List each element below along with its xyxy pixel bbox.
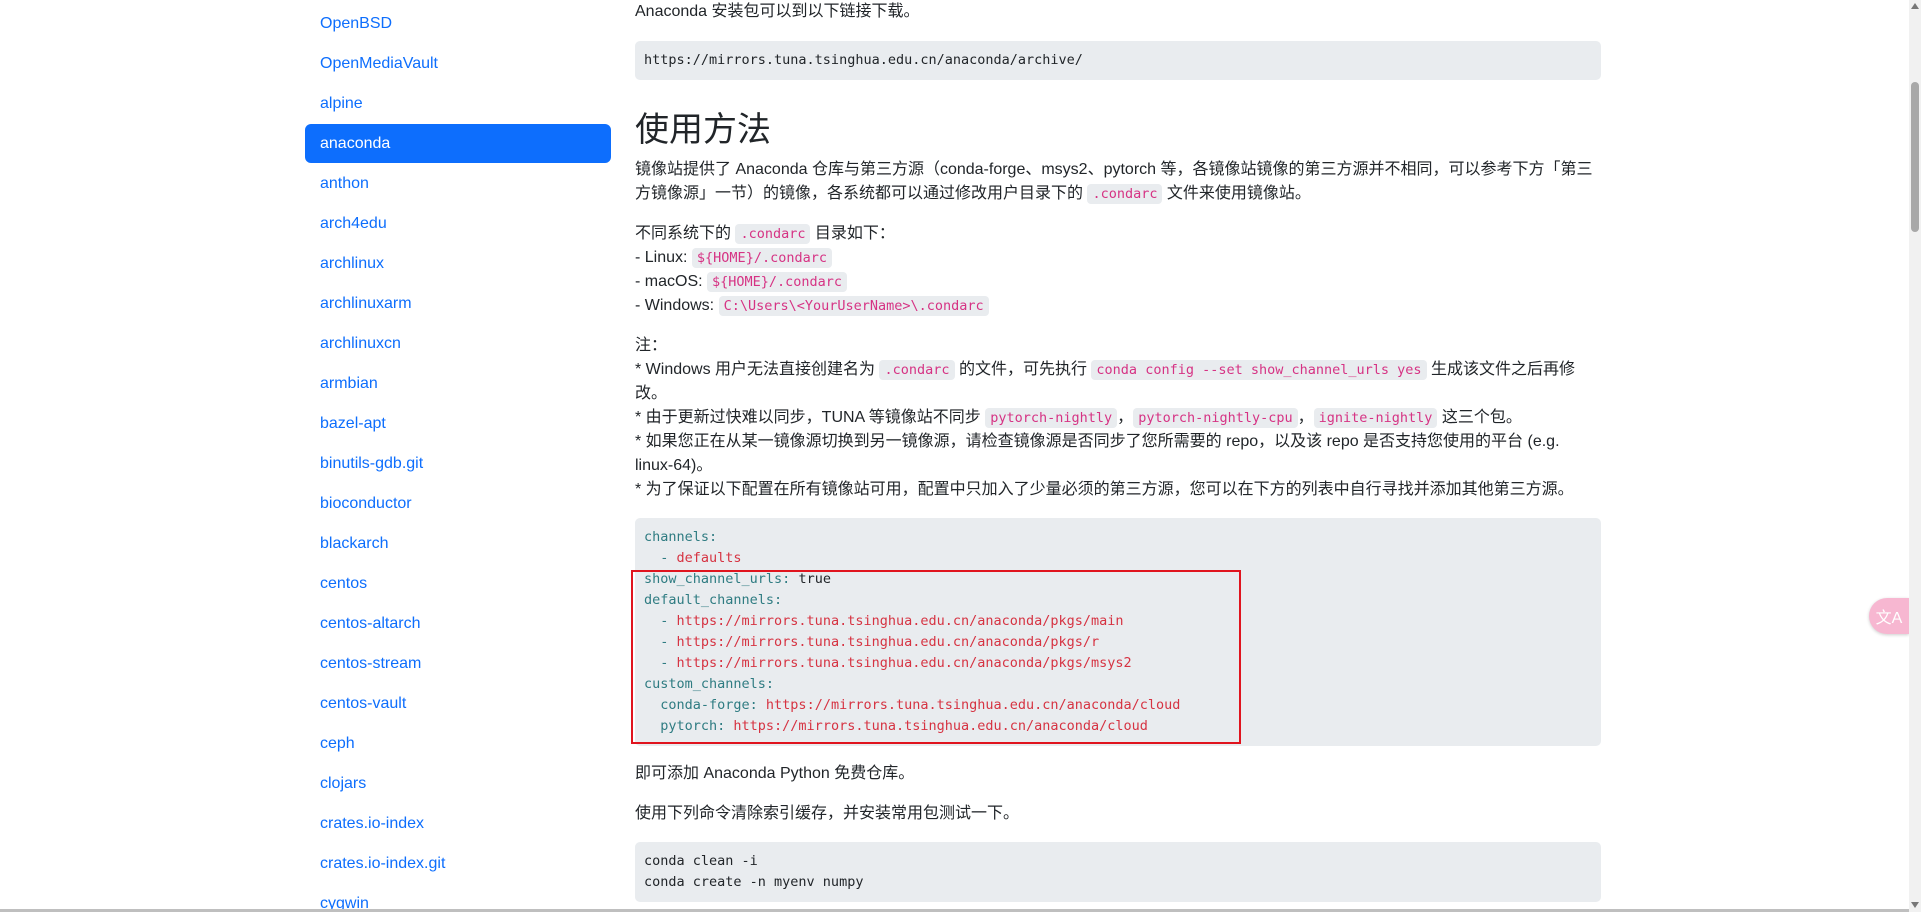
note2-code2: pytorch-nightly-cpu (1133, 408, 1298, 428)
config-key: - (644, 655, 677, 671)
sidebar-item-archlinux[interactable]: archlinux (305, 244, 611, 283)
sidebar-item-arch4edu[interactable]: arch4edu (305, 204, 611, 243)
sidebar-item-binutils-gdb-git[interactable]: binutils-gdb.git (305, 444, 611, 483)
main-content: Anaconda 安装包可以到以下链接下载。 https://mirrors.t… (635, 0, 1601, 912)
windows-label: - Windows: (635, 297, 719, 314)
note3: * 如果您正在从某一镜像源切换到另一镜像源，请检查镜像源是否同步了您所需要的 r… (635, 433, 1560, 474)
scroll-thumb[interactable] (1911, 82, 1919, 232)
config-line: show_channel_urls: true (644, 569, 1592, 590)
notes: 注： * Windows 用户无法直接创建名为 .condarc 的文件，可先执… (635, 334, 1601, 502)
sidebar-item-crates-io-index-git[interactable]: crates.io-index.git (305, 844, 611, 883)
condarc-locations: 不同系统下的 .condarc 目录如下： - Linux: ${HOME}/.… (635, 222, 1601, 318)
translate-button[interactable]: 文A (1869, 598, 1909, 634)
config-key: - (644, 550, 677, 566)
config-line: - https://mirrors.tuna.tsinghua.edu.cn/a… (644, 611, 1592, 632)
dirs-code: .condarc (735, 224, 811, 244)
note2-a: * 由于更新过快难以同步，TUNA 等镜像站不同步 (635, 409, 986, 426)
linux-label: - Linux: (635, 249, 692, 266)
sidebar-item-bioconductor[interactable]: bioconductor (305, 484, 611, 523)
sidebar-item-centos-altarch[interactable]: centos-altarch (305, 604, 611, 643)
sidebar-item-openmediavault[interactable]: OpenMediaVault (305, 44, 611, 83)
note2-sep-1: ， (1117, 409, 1134, 426)
note1-code2: conda config --set show_channel_urls yes (1091, 360, 1427, 380)
condarc-code: .condarc (1087, 184, 1163, 204)
note2-code1: pytorch-nightly (985, 408, 1118, 428)
sidebar-item-openbsd[interactable]: OpenBSD (305, 4, 611, 43)
translate-icon: 文A (1875, 610, 1903, 627)
sidebar-item-bazel-apt[interactable]: bazel-apt (305, 404, 611, 443)
config-line: pytorch: https://mirrors.tuna.tsinghua.e… (644, 716, 1592, 737)
config-line: default_channels: (644, 590, 1592, 611)
config-value: true (790, 571, 831, 587)
sidebar-item-anthon[interactable]: anthon (305, 164, 611, 203)
usage-heading: 使用方法 (635, 111, 771, 149)
config-key: default_channels: (644, 592, 783, 608)
sidebar-nav: OpenBSD OpenMediaVault alpine anaconda antho… (305, 2, 611, 916)
note2-sep-2: ， (1297, 409, 1314, 426)
config-value: https://mirrors.tuna.tsinghua.edu.cn/ana… (725, 718, 1148, 734)
note1-b: 的文件，可先执行 (954, 361, 1092, 378)
config-line: - https://mirrors.tuna.tsinghua.edu.cn/a… (644, 653, 1592, 674)
sidebar-item-anaconda[interactable]: anaconda (305, 124, 611, 163)
usage-paragraph: 镜像站提供了 Anaconda 仓库与第三方源（conda-forge、msys… (635, 158, 1601, 206)
config-line: conda-forge: https://mirrors.tuna.tsingh… (644, 695, 1592, 716)
config-line: custom_channels: (644, 674, 1592, 695)
after-config-text: 即可添加 Anaconda Python 免费仓库。 (635, 765, 915, 782)
config-key: channels: (644, 529, 718, 545)
scroll-down-icon[interactable] (1911, 902, 1919, 908)
config-line: - https://mirrors.tuna.tsinghua.edu.cn/a… (644, 632, 1592, 653)
config-key: - (644, 613, 677, 629)
note2-b: 这三个包。 (1437, 409, 1522, 426)
config-line: - defaults (644, 548, 1592, 569)
note4: * 为了保证以下配置在所有镜像站可用，配置中只加入了少量必须的第三方源，您可以在… (635, 481, 1574, 498)
config-key: - (644, 634, 677, 650)
sidebar-item-blackarch[interactable]: blackarch (305, 524, 611, 563)
clean-instructions: 使用下列命令清除索引缓存，并安装常用包测试一下。 (635, 805, 1020, 822)
config-value: https://mirrors.tuna.tsinghua.edu.cn/ana… (676, 655, 1132, 671)
config-key: show_channel_urls: (644, 571, 791, 587)
windows-path: C:\Users\<YourUserName>\.condarc (718, 296, 989, 316)
config-value: https://mirrors.tuna.tsinghua.edu.cn/ana… (676, 613, 1124, 629)
note2-code3: ignite-nightly (1313, 408, 1438, 428)
condarc-config-block: channels: - defaults show_channel_urls: t… (635, 518, 1601, 746)
archive-url[interactable]: https://mirrors.tuna.tsinghua.edu.cn/ana… (644, 50, 1592, 71)
sidebar-item-alpine[interactable]: alpine (305, 84, 611, 123)
scrollbar[interactable] (1909, 0, 1921, 912)
dirs-label-b: 目录如下： (810, 225, 895, 242)
sidebar-item-centos-vault[interactable]: centos-vault (305, 684, 611, 723)
note1-a: * Windows 用户无法直接创建名为 (635, 361, 880, 378)
intro-text: Anaconda 安装包可以到以下链接下载。 (635, 3, 920, 20)
sidebar-item-archlinuxcn[interactable]: archlinuxcn (305, 324, 611, 363)
usage-text-b: 文件来使用镜像站。 (1162, 185, 1311, 202)
config-value: https://mirrors.tuna.tsinghua.edu.cn/ana… (757, 697, 1181, 713)
command-line: conda create -n myenv numpy (644, 874, 864, 890)
scroll-up-icon[interactable] (1911, 3, 1919, 9)
config-key: custom_channels: (644, 676, 775, 692)
config-key: conda-forge: (644, 697, 758, 713)
sidebar-item-crates-io-index[interactable]: crates.io-index (305, 804, 611, 843)
notes-label: 注： (635, 337, 668, 354)
command-block: conda clean -i conda create -n myenv nump… (635, 842, 1601, 902)
command-line: conda clean -i (644, 853, 758, 869)
sidebar-item-archlinuxarm[interactable]: archlinuxarm (305, 284, 611, 323)
config-value: https://mirrors.tuna.tsinghua.edu.cn/ana… (676, 634, 1100, 650)
sidebar-item-centos-stream[interactable]: centos-stream (305, 644, 611, 683)
config-key: pytorch: (644, 718, 726, 734)
sidebar-item-ceph[interactable]: ceph (305, 724, 611, 763)
note1-code1: .condarc (879, 360, 955, 380)
linux-path: ${HOME}/.condarc (691, 248, 832, 268)
config-line: channels: (644, 527, 1592, 548)
macos-path: ${HOME}/.condarc (707, 272, 848, 292)
sidebar-item-armbian[interactable]: armbian (305, 364, 611, 403)
dirs-label-a: 不同系统下的 (635, 225, 736, 242)
sidebar-item-centos[interactable]: centos (305, 564, 611, 603)
archive-url-block: https://mirrors.tuna.tsinghua.edu.cn/ana… (635, 41, 1601, 80)
macos-label: - macOS: (635, 273, 708, 290)
config-value: defaults (676, 550, 742, 566)
sidebar-item-clojars[interactable]: clojars (305, 764, 611, 803)
